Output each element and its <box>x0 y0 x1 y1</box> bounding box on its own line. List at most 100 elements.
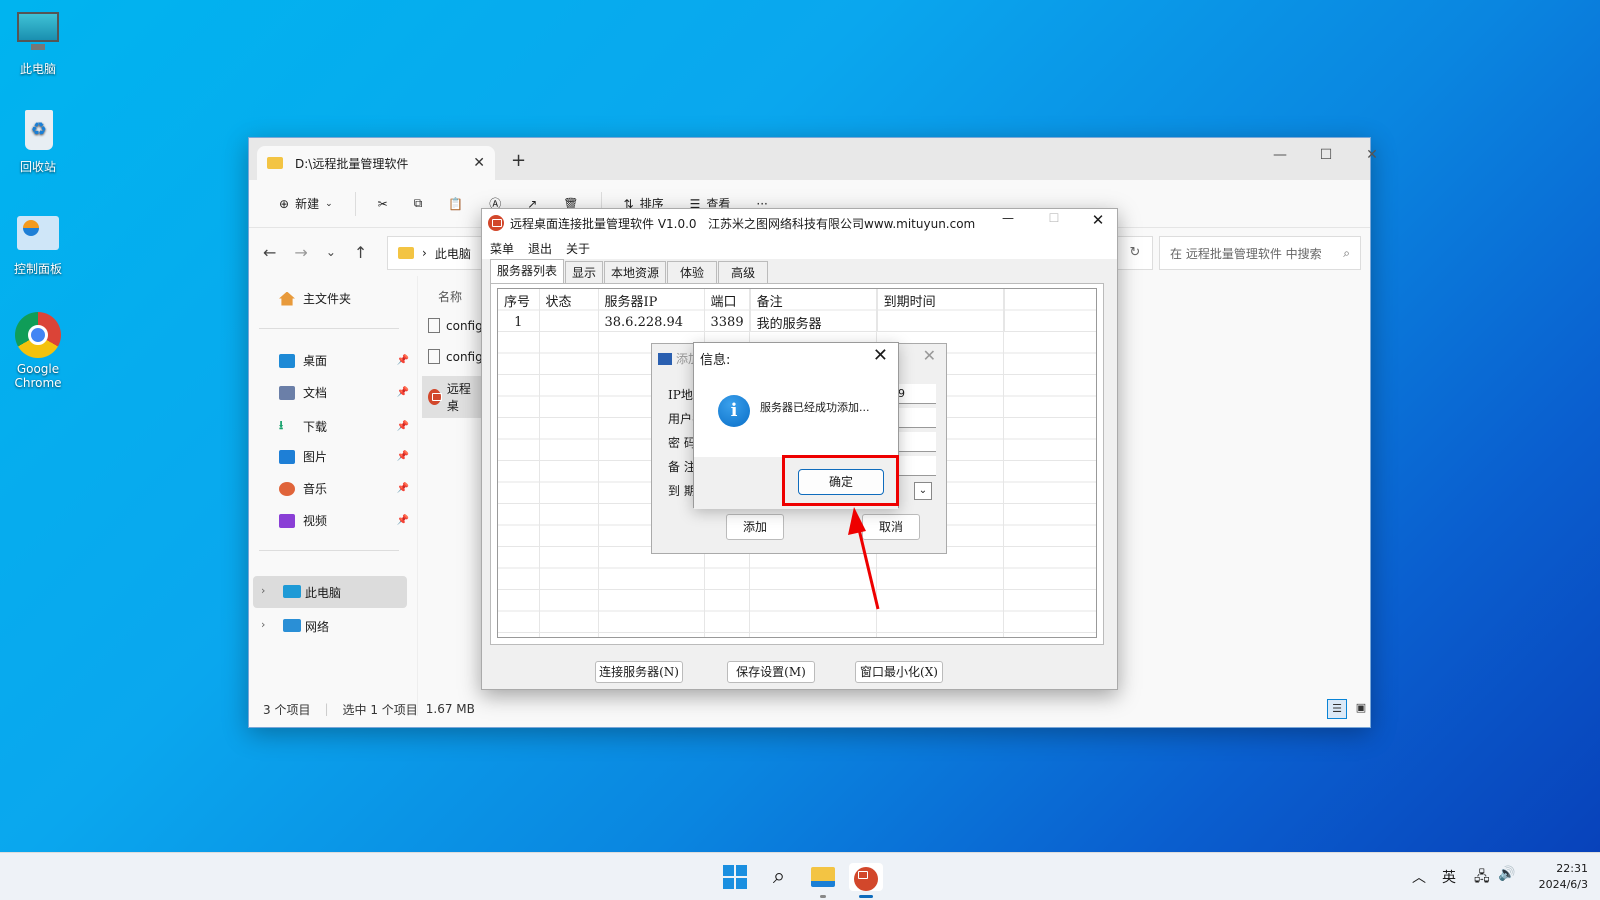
pin-icon[interactable]: 📌 <box>397 483 409 494</box>
column-header-name[interactable]: 名称 <box>438 288 462 305</box>
explorer-tab[interactable]: D:\远程批量管理软件 ✕ <box>257 146 495 180</box>
nav-item-videos[interactable]: 视频 📌 <box>279 512 409 529</box>
column-header[interactable]: 状态 <box>539 289 599 312</box>
nav-item-documents[interactable]: 文档 📌 <box>279 384 409 401</box>
password-field[interactable] <box>894 432 936 452</box>
search-button[interactable]: ⌕ <box>765 863 793 891</box>
save-settings-button[interactable]: 保存设置(M) <box>727 661 815 683</box>
nav-item-this-pc[interactable]: › 此电脑 <box>253 576 407 608</box>
username-field[interactable] <box>894 408 936 428</box>
tab-display[interactable]: 显示 <box>565 261 604 283</box>
table-row[interactable]: 1 38.6.228.94 3389 我的服务器 <box>498 312 1005 332</box>
details-view-icon[interactable]: ☰ <box>1327 699 1347 719</box>
tab-experience[interactable]: 体验 <box>667 261 718 283</box>
divider <box>259 550 399 551</box>
desktop-icon-chrome[interactable]: Google Chrome <box>6 312 70 390</box>
file-icon <box>428 349 440 364</box>
divider <box>259 328 399 329</box>
up-arrow-icon[interactable]: ↑ <box>354 243 367 262</box>
nav-item-downloads[interactable]: ⭳ 下载 📌 <box>279 416 409 437</box>
cut-button[interactable]: ✂ <box>368 197 398 211</box>
paste-button[interactable]: 📋 <box>438 197 473 211</box>
column-header[interactable]: 序号 <box>498 289 540 312</box>
show-hidden-icons-chevron-icon[interactable]: ︿ <box>1412 867 1426 887</box>
breadcrumb-this-pc[interactable]: 此电脑 <box>435 245 471 262</box>
copy-button[interactable]: ⧉ <box>404 196 433 211</box>
forward-arrow-icon[interactable]: → <box>294 243 307 262</box>
file-item[interactable]: config <box>428 318 483 333</box>
nav-item-desktop[interactable]: 桌面 📌 <box>279 352 409 369</box>
column-header[interactable]: 备注 <box>750 289 878 312</box>
add-button[interactable]: 添加 <box>726 514 784 540</box>
menu-item-menu[interactable]: 菜单 <box>490 240 514 257</box>
refresh-button[interactable]: ↻ <box>1117 236 1153 270</box>
pin-icon[interactable]: 📌 <box>397 451 409 462</box>
picture-icon <box>279 449 295 464</box>
menu-item-about[interactable]: 关于 <box>566 240 590 257</box>
close-button[interactable]: ✕ <box>1349 142 1395 168</box>
nav-item-pictures[interactable]: 图片 📌 <box>279 448 409 465</box>
minimize-button[interactable]: — <box>988 211 1028 225</box>
recent-chevron-icon[interactable]: ⌄ <box>326 245 336 259</box>
close-button[interactable]: ✕ <box>1078 211 1118 229</box>
search-icon: ⌕ <box>772 864 786 889</box>
desktop-icon-this-pc[interactable]: 此电脑 <box>6 10 70 77</box>
file-explorer-taskbar-button[interactable] <box>809 863 837 898</box>
chrome-icon <box>15 312 61 358</box>
back-arrow-icon[interactable]: ← <box>263 243 276 262</box>
minimize-button[interactable]: — <box>1257 142 1303 168</box>
maximize-button[interactable]: ☐ <box>1034 211 1074 225</box>
info-icon: i <box>718 395 750 427</box>
file-item-selected[interactable]: 远程桌 <box>422 376 482 418</box>
note-field[interactable] <box>894 456 936 476</box>
dialog-message: 服务器已经成功添加... <box>760 401 870 414</box>
new-tab-button[interactable]: + <box>511 150 526 171</box>
search-icon: ⌕ <box>1343 245 1350 260</box>
tab-local-resources[interactable]: 本地资源 <box>604 261 667 283</box>
computer-icon <box>658 352 672 365</box>
search-input[interactable]: 在 远程批量管理软件 中搜索 ⌕ <box>1159 236 1361 270</box>
copy-icon: ⧉ <box>413 196 423 210</box>
plus-circle-icon: ⊕ <box>279 196 290 211</box>
scissors-icon: ✂ <box>377 196 388 211</box>
clock[interactable]: 22:31 2024/6/3 <box>1539 861 1588 893</box>
minimize-window-button[interactable]: 窗口最小化(X) <box>855 661 943 683</box>
pin-icon[interactable]: 📌 <box>397 387 409 398</box>
new-button[interactable]: ⊕ 新建 ⌄ <box>269 195 343 212</box>
desktop-icon-control-panel[interactable]: 控制面板 <box>6 210 70 277</box>
volume-icon[interactable]: 🔊 <box>1498 866 1515 882</box>
close-icon[interactable]: ✕ <box>873 345 888 366</box>
file-item[interactable]: config <box>428 349 483 364</box>
column-header[interactable]: 端口 <box>704 289 751 312</box>
chevron-right-icon[interactable]: › <box>261 618 265 631</box>
network-icon[interactable]: 🖧 <box>1474 866 1490 890</box>
close-tab-icon[interactable]: ✕ <box>473 155 485 171</box>
close-icon[interactable]: ✕ <box>923 346 936 365</box>
nav-item-network[interactable]: › 网络 <box>253 610 407 642</box>
connect-server-button[interactable]: 连接服务器(N) <box>595 661 683 683</box>
tab-server-list[interactable]: 服务器列表 <box>490 259 565 283</box>
nav-item-home[interactable]: 主文件夹 <box>279 290 409 307</box>
nav-item-music[interactable]: 音乐 📌 <box>279 480 409 497</box>
pin-icon[interactable]: 📌 <box>397 515 409 526</box>
column-header[interactable]: 到期时间 <box>877 289 1005 312</box>
file-icon <box>428 318 440 333</box>
tiles-view-icon[interactable]: ▣ <box>1351 699 1371 719</box>
date-dropdown-chevron-icon[interactable]: ⌄ <box>914 482 932 500</box>
pin-icon[interactable]: 📌 <box>397 355 409 366</box>
desktop-icon-recycle-bin[interactable]: ♻ 回收站 <box>6 108 70 175</box>
chevron-down-icon: ⌄ <box>325 198 333 209</box>
folder-icon <box>811 867 835 887</box>
column-header[interactable]: 服务器IP <box>598 289 705 312</box>
video-icon <box>279 513 295 528</box>
menu-item-exit[interactable]: 退出 <box>528 240 552 257</box>
annotation-arrow <box>848 507 880 610</box>
tab-advanced[interactable]: 高级 <box>718 261 769 283</box>
start-button[interactable] <box>721 863 749 891</box>
maximize-button[interactable]: ☐ <box>1303 142 1349 168</box>
input-method-indicator[interactable]: 英 <box>1442 867 1456 887</box>
chevron-right-icon[interactable]: › <box>261 584 265 597</box>
ip-field[interactable]: 9 <box>894 384 936 404</box>
pin-icon[interactable]: 📌 <box>397 421 409 432</box>
remote-manager-taskbar-button[interactable] <box>849 863 883 898</box>
